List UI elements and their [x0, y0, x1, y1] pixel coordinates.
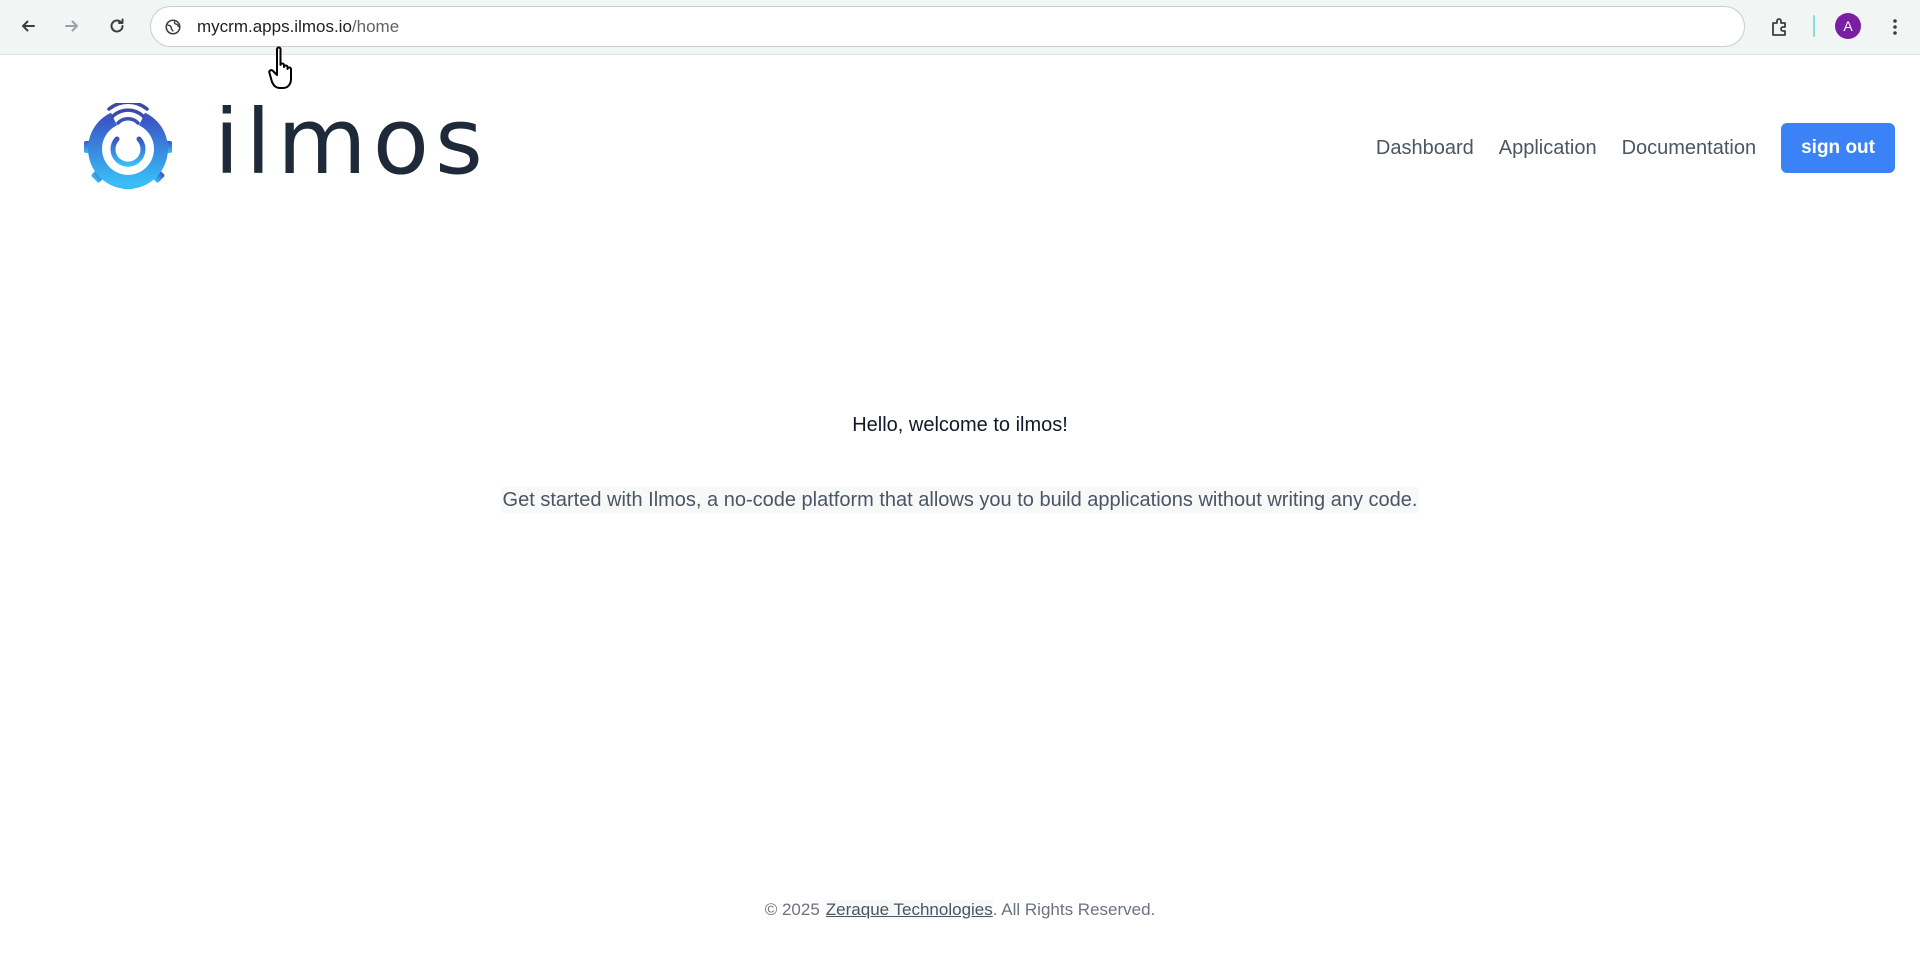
url-text: mycrm.apps.ilmos.io/home [197, 17, 399, 37]
rights-text: . All Rights Reserved. [992, 900, 1156, 919]
puzzle-icon [1772, 18, 1786, 36]
browser-menu-button[interactable] [1880, 12, 1910, 42]
page-footer: © 2025 Zeraque Technologies. All Rights R… [0, 900, 1920, 920]
top-navigation: Dashboard Application Documentation sign… [1351, 123, 1895, 173]
address-bar[interactable]: mycrm.apps.ilmos.io/home [150, 6, 1745, 47]
arrow-left-icon [22, 20, 35, 32]
url-path: /home [351, 16, 400, 36]
reload-button[interactable] [101, 10, 133, 42]
extensions-button[interactable] [1765, 12, 1795, 42]
nav-dashboard-link[interactable]: Dashboard [1376, 137, 1474, 160]
url-host: mycrm.apps.ilmos.io [197, 16, 352, 36]
arrow-right-icon [65, 20, 78, 32]
site-info-icon[interactable] [163, 17, 183, 37]
tagline-span: Get started with Ilmos, a no-code platfo… [500, 487, 1420, 513]
nav-documentation-link[interactable]: Documentation [1622, 137, 1757, 160]
sign-out-button[interactable]: sign out [1781, 123, 1895, 173]
welcome-heading: Hello, welcome to ilmos! [852, 414, 1068, 436]
kebab-menu-icon [1893, 19, 1897, 35]
company-link[interactable]: Zeraque Technologies [825, 900, 993, 919]
brand-logo[interactable]: ilmos [84, 103, 496, 191]
profile-avatar[interactable]: A [1835, 13, 1861, 39]
brand-wordmark-text: ilmos [214, 105, 489, 189]
copyright-text: © 2025 [764, 900, 820, 919]
toolbar-divider [1813, 15, 1815, 37]
reload-icon [110, 18, 124, 33]
nav-application-link[interactable]: Application [1499, 137, 1597, 160]
back-button[interactable] [12, 10, 44, 42]
gear-power-logo-icon [84, 103, 172, 189]
browser-toolbar: mycrm.apps.ilmos.io/home A [0, 0, 1920, 55]
forward-button[interactable] [56, 10, 88, 42]
tagline-text: Get started with Ilmos, a no-code platfo… [0, 487, 1920, 513]
brand-wordmark: ilmos [214, 105, 489, 189]
